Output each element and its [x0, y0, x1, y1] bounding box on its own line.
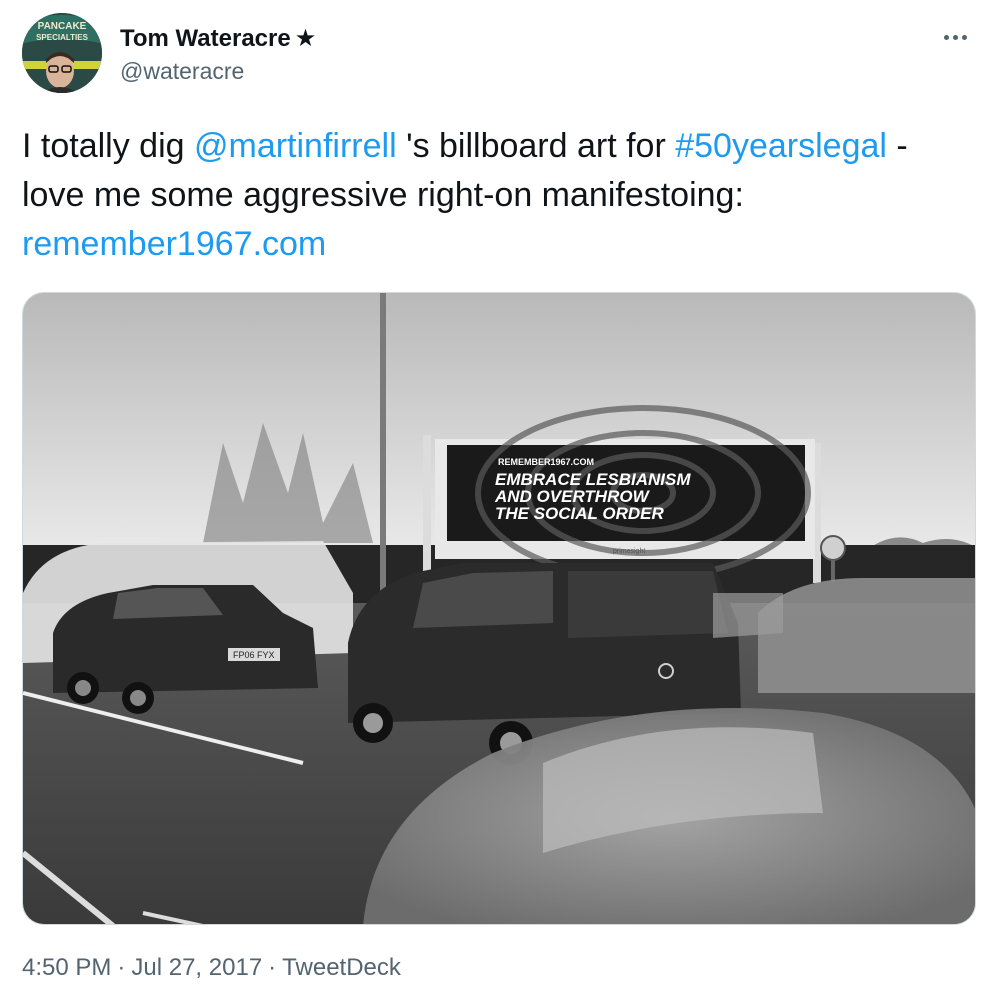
tweet-source[interactable]: TweetDeck — [282, 954, 401, 981]
avatar-sign-line1: PANCAKE — [38, 21, 87, 32]
hashtag-link[interactable]: #50yearslegal — [675, 127, 887, 165]
avatar-photo: PANCAKE SPECIALTIES — [22, 13, 102, 93]
billboard-url: REMEMBER1967.COM — [498, 457, 594, 467]
tweet-date[interactable]: Jul 27, 2017 — [131, 954, 262, 981]
billboard-brand: primesight — [613, 548, 645, 555]
license-plate-mazda: FP06 FYX — [233, 650, 275, 660]
author-name[interactable]: Tom Wateracre — [120, 25, 291, 52]
tweet-time[interactable]: 4:50 PM — [22, 954, 111, 981]
tweet-text: I totally dig @martinfirrell 's billboar… — [22, 122, 952, 269]
tweet-meta: 4:50 PM · Jul 27, 2017 · TweetDeck — [22, 952, 401, 984]
more-horizontal-icon — [943, 34, 949, 40]
tweet-media-photo[interactable]: REMEMBER1967.COM EMBRACE LESBIANISM AND … — [22, 292, 976, 925]
avatar-sign-line2: SPECIALTIES — [36, 33, 89, 42]
author-avatar[interactable]: PANCAKE SPECIALTIES — [22, 13, 102, 93]
author-handle[interactable]: @wateracre — [120, 57, 244, 85]
more-options-button[interactable] — [938, 22, 972, 52]
meta-separator: · — [117, 954, 126, 981]
mention-link[interactable]: @martinfirrell — [194, 127, 397, 165]
author-name-row[interactable]: Tom Wateracre ★ — [120, 24, 316, 54]
more-dot — [961, 34, 967, 40]
photo-highway-billboard: REMEMBER1967.COM EMBRACE LESBIANISM AND … — [23, 293, 975, 924]
tweet-text-part2: 's billboard art for — [396, 127, 676, 165]
billboard-line3: THE SOCIAL ORDER — [495, 504, 664, 523]
more-dot — [952, 34, 958, 40]
star-icon: ★ — [294, 25, 317, 52]
meta-separator: · — [268, 954, 277, 981]
url-link[interactable]: remember1967.com — [22, 225, 326, 263]
tweet-text-part1: I totally dig — [22, 127, 194, 165]
